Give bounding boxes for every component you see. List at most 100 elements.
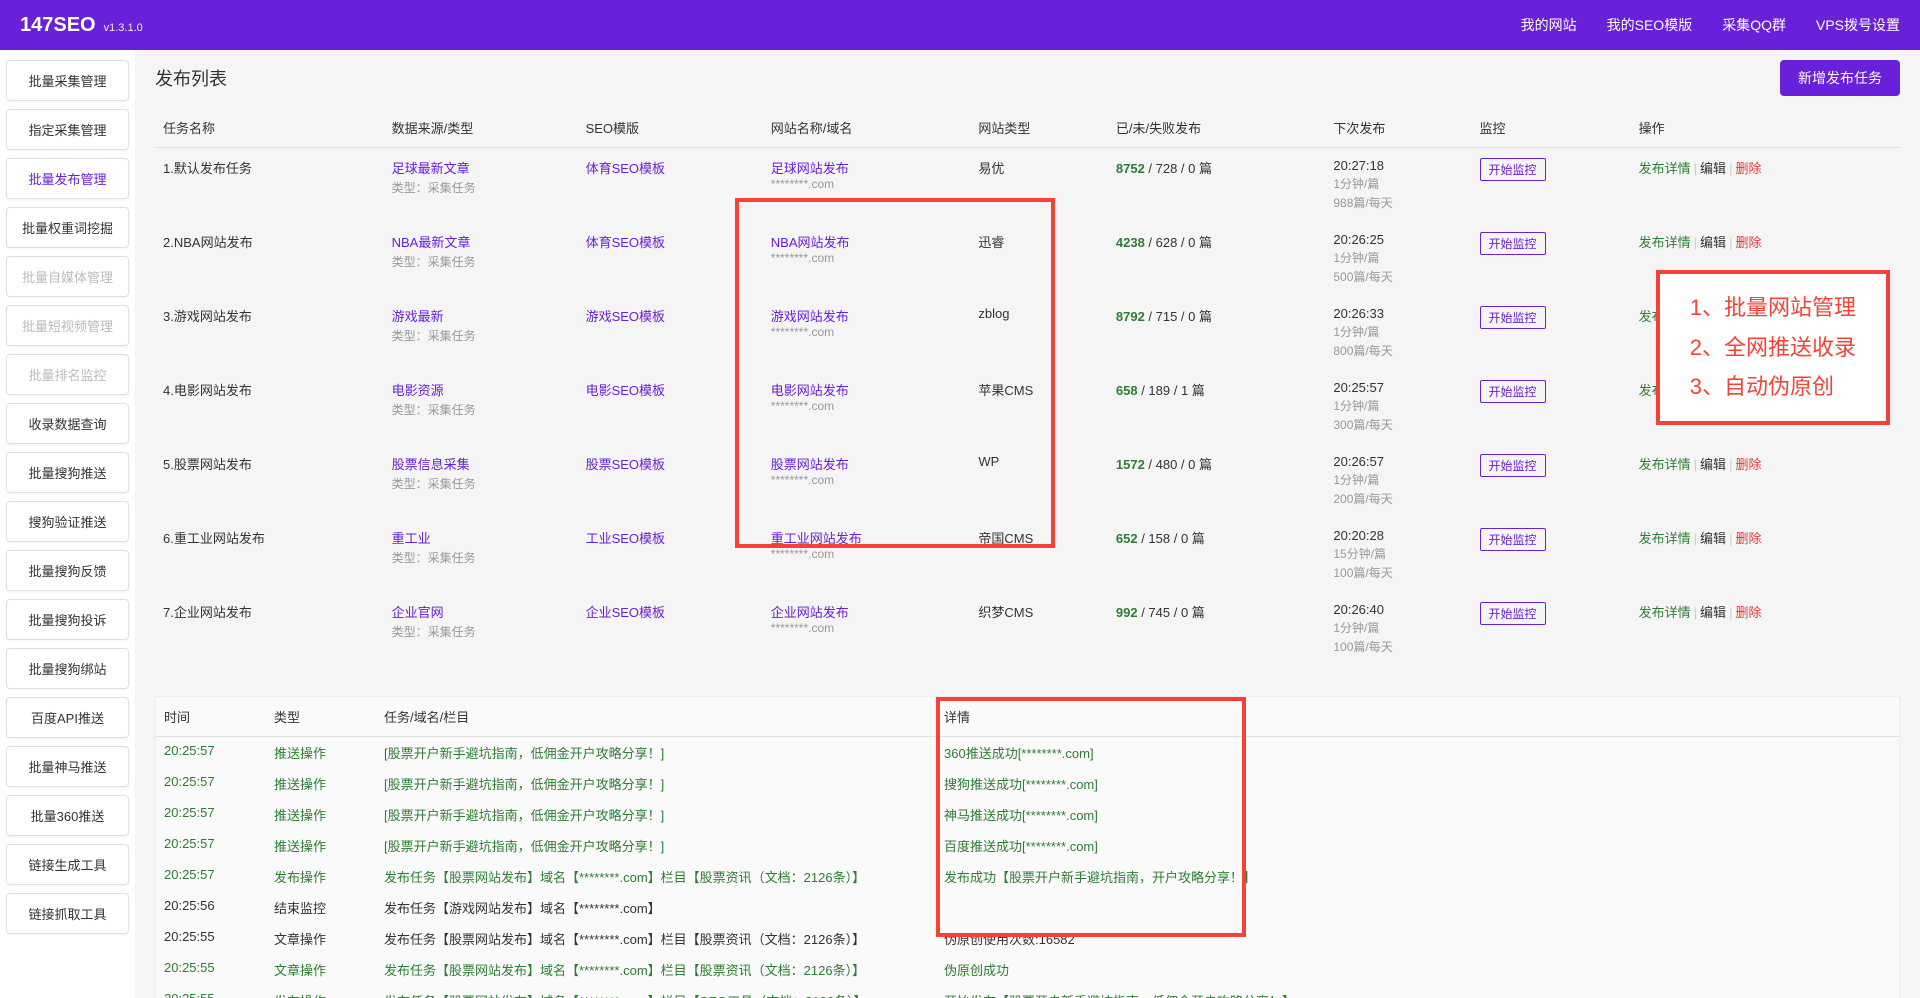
cell-monitor: 开始监控: [1472, 148, 1631, 222]
log-task: 发布任务【股票网站发布】域名【********.com】栏目【股票资讯（文档：2…: [384, 867, 944, 886]
site-link[interactable]: 股票网站发布: [771, 457, 849, 472]
log-type: 推送操作: [274, 836, 384, 855]
op-edit-link[interactable]: 编辑: [1700, 235, 1726, 250]
log-type: 文章操作: [274, 929, 384, 948]
sidebar-item-9[interactable]: 搜狗验证推送: [6, 501, 129, 542]
site-link[interactable]: 企业网站发布: [771, 605, 849, 620]
op-delete-link[interactable]: 删除: [1735, 235, 1761, 250]
sidebar-item-12[interactable]: 批量搜狗绑站: [6, 648, 129, 689]
source-link[interactable]: 企业官网: [392, 605, 444, 620]
monitor-button[interactable]: 开始监控: [1480, 528, 1546, 551]
cell-site: 足球网站发布********.com: [763, 148, 971, 222]
cell-next: 20:26:331分钟/篇800篇/每天: [1325, 296, 1471, 370]
sidebar-item-3[interactable]: 批量权重词挖掘: [6, 207, 129, 248]
source-link[interactable]: 足球最新文章: [392, 161, 470, 176]
sidebar-item-4[interactable]: 批量自媒体管理: [6, 256, 129, 297]
cell-name: 3.游戏网站发布: [155, 296, 384, 370]
sidebar-item-10[interactable]: 批量搜狗反馈: [6, 550, 129, 591]
log-row: 20:25:55 文章操作 发布任务【股票网站发布】域名【********.co…: [156, 923, 1899, 954]
seo-link[interactable]: 体育SEO模板: [586, 235, 665, 250]
annotation-box: 1、批量网站管理 2、全网推送收录 3、自动伪原创: [1656, 270, 1890, 425]
op-edit-link[interactable]: 编辑: [1700, 605, 1726, 620]
source-link[interactable]: 股票信息采集: [392, 457, 470, 472]
op-delete-link[interactable]: 删除: [1735, 605, 1761, 620]
cell-next: 20:26:251分钟/篇500篇/每天: [1325, 222, 1471, 296]
sidebar-item-1[interactable]: 指定采集管理: [6, 109, 129, 150]
cell-site: 重工业网站发布********.com: [763, 518, 971, 592]
nav-qq-group[interactable]: 采集QQ群: [1722, 15, 1786, 35]
nav-seo-templates[interactable]: 我的SEO模版: [1607, 15, 1693, 35]
cell-seo: 工业SEO模板: [578, 518, 763, 592]
op-detail-link[interactable]: 发布详情: [1639, 531, 1691, 546]
log-task: 发布任务【游戏网站发布】域名【********.com】: [384, 898, 944, 917]
monitor-button[interactable]: 开始监控: [1480, 158, 1546, 181]
monitor-button[interactable]: 开始监控: [1480, 454, 1546, 477]
cell-monitor: 开始监控: [1472, 222, 1631, 296]
cell-source: 电影资源类型：采集任务: [384, 370, 578, 444]
log-detail: [944, 898, 1891, 917]
log-time: 20:25:57: [164, 805, 274, 824]
sidebar-item-6[interactable]: 批量排名监控: [6, 354, 129, 395]
sidebar-item-11[interactable]: 批量搜狗投诉: [6, 599, 129, 640]
sidebar-item-14[interactable]: 批量神马推送: [6, 746, 129, 787]
seo-link[interactable]: 游戏SEO模板: [586, 309, 665, 324]
log-detail: 伪原创成功: [944, 960, 1891, 979]
source-link[interactable]: 电影资源: [392, 383, 444, 398]
table-row: 1.默认发布任务 足球最新文章类型：采集任务 体育SEO模板 足球网站发布***…: [155, 148, 1900, 222]
log-row: 20:25:56 结束监控 发布任务【游戏网站发布】域名【********.co…: [156, 892, 1899, 923]
log-time: 20:25:57: [164, 867, 274, 886]
op-delete-link[interactable]: 删除: [1735, 161, 1761, 176]
brand-name: 147SEO: [20, 14, 96, 37]
op-edit-link[interactable]: 编辑: [1700, 457, 1726, 472]
seo-link[interactable]: 股票SEO模板: [586, 457, 665, 472]
nav-vps-settings[interactable]: VPS拨号设置: [1816, 15, 1900, 35]
op-detail-link[interactable]: 发布详情: [1639, 161, 1691, 176]
sidebar-item-8[interactable]: 批量搜狗推送: [6, 452, 129, 493]
site-link[interactable]: NBA网站发布: [771, 235, 850, 250]
op-detail-link[interactable]: 发布详情: [1639, 235, 1691, 250]
sidebar-item-2[interactable]: 批量发布管理: [6, 158, 129, 199]
cell-type: 织梦CMS: [970, 592, 1108, 666]
monitor-button[interactable]: 开始监控: [1480, 306, 1546, 329]
site-link[interactable]: 电影网站发布: [771, 383, 849, 398]
sidebar-item-0[interactable]: 批量采集管理: [6, 60, 129, 101]
monitor-button[interactable]: 开始监控: [1480, 380, 1546, 403]
app-header: 147SEO v1.3.1.0 我的网站 我的SEO模版 采集QQ群 VPS拨号…: [0, 0, 1920, 50]
cell-site: 股票网站发布********.com: [763, 444, 971, 518]
source-link[interactable]: NBA最新文章: [392, 235, 471, 250]
op-delete-link[interactable]: 删除: [1735, 531, 1761, 546]
seo-link[interactable]: 企业SEO模板: [586, 605, 665, 620]
op-detail-link[interactable]: 发布详情: [1639, 457, 1691, 472]
source-link[interactable]: 重工业: [392, 531, 431, 546]
op-delete-link[interactable]: 删除: [1735, 457, 1761, 472]
sidebar-item-17[interactable]: 链接抓取工具: [6, 893, 129, 934]
site-link[interactable]: 足球网站发布: [771, 161, 849, 176]
seo-link[interactable]: 体育SEO模板: [586, 161, 665, 176]
monitor-button[interactable]: 开始监控: [1480, 232, 1546, 255]
op-edit-link[interactable]: 编辑: [1700, 161, 1726, 176]
sidebar-item-7[interactable]: 收录数据查询: [6, 403, 129, 444]
sidebar-item-16[interactable]: 链接生成工具: [6, 844, 129, 885]
source-link[interactable]: 游戏最新: [392, 309, 444, 324]
site-link[interactable]: 重工业网站发布: [771, 531, 862, 546]
site-link[interactable]: 游戏网站发布: [771, 309, 849, 324]
nav-my-sites[interactable]: 我的网站: [1521, 15, 1577, 35]
sidebar-item-15[interactable]: 批量360推送: [6, 795, 129, 836]
cell-count: 992 / 745 / 0 篇: [1108, 592, 1326, 666]
log-detail: 神马推送成功[********.com]: [944, 805, 1891, 824]
log-row: 20:25:57 推送操作 [股票开户新手避坑指南，低佣金开户攻略分享！] 搜狗…: [156, 768, 1899, 799]
log-row: 20:25:55 发布操作 发布任务【股票网站发布】域名【********.co…: [156, 985, 1899, 998]
sidebar-item-13[interactable]: 百度API推送: [6, 697, 129, 738]
seo-link[interactable]: 工业SEO模板: [586, 531, 665, 546]
cell-name: 5.股票网站发布: [155, 444, 384, 518]
seo-link[interactable]: 电影SEO模板: [586, 383, 665, 398]
sidebar-item-5[interactable]: 批量短视频管理: [6, 305, 129, 346]
add-publish-task-button[interactable]: 新增发布任务: [1780, 60, 1900, 96]
cell-monitor: 开始监控: [1472, 444, 1631, 518]
cell-next: 20:27:181分钟/篇988篇/每天: [1325, 148, 1471, 222]
op-edit-link[interactable]: 编辑: [1700, 531, 1726, 546]
op-detail-link[interactable]: 发布详情: [1639, 605, 1691, 620]
log-row: 20:25:55 文章操作 发布任务【股票网站发布】域名【********.co…: [156, 954, 1899, 985]
monitor-button[interactable]: 开始监控: [1480, 602, 1546, 625]
col-publish-count: 已/未/失败发布: [1108, 108, 1326, 148]
